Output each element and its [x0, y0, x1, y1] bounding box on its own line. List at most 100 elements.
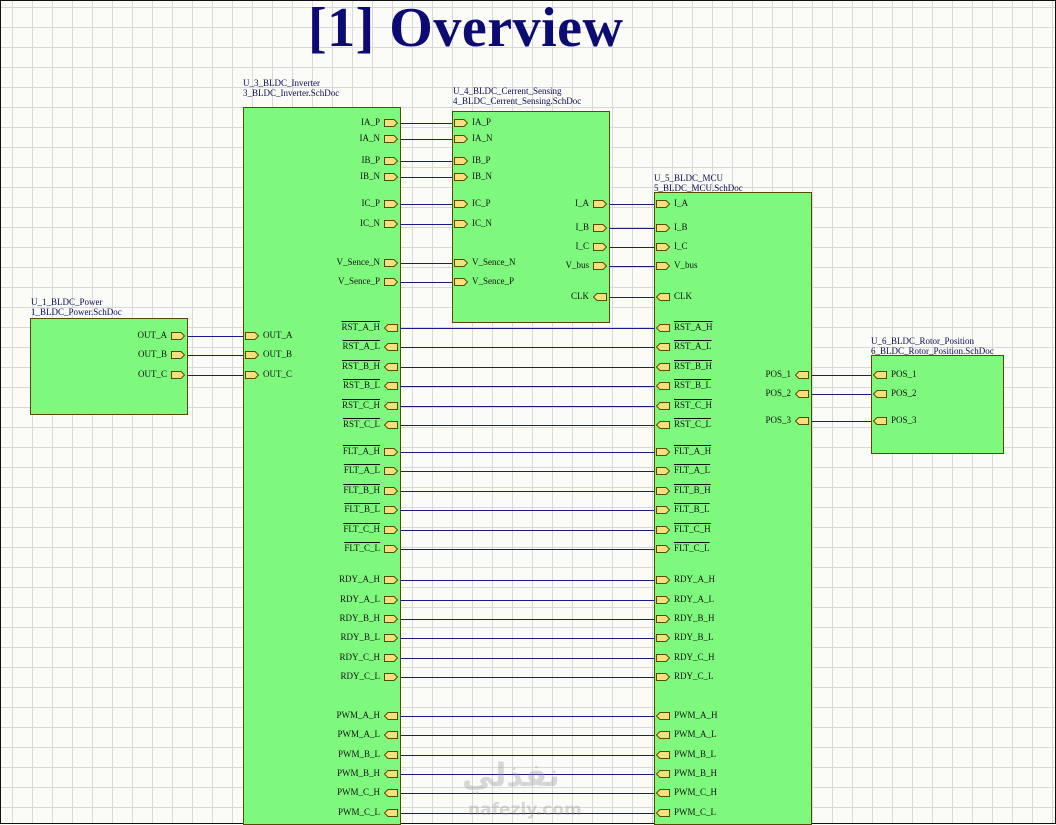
port-entry-mcu-i_a[interactable] [656, 200, 670, 208]
port-label-inverter-ic_n: IC_N [360, 218, 380, 228]
port-entry-inverter-flt_c_l[interactable] [384, 545, 398, 553]
port-entry-mcu-flt_c_l[interactable] [656, 545, 670, 553]
port-entry-inverter-out_b[interactable] [245, 351, 259, 359]
port-entry-power-out_c[interactable] [171, 371, 185, 379]
port-entry-inverter-rst_a_l[interactable] [384, 343, 398, 351]
port-entry-mcu-rdy_c_h[interactable] [656, 654, 670, 662]
port-entry-sensing-ia_p[interactable] [454, 119, 468, 127]
port-entry-inverter-rdy_a_h[interactable] [384, 576, 398, 584]
port-entry-sensing-i_c[interactable] [593, 243, 607, 251]
port-entry-inverter-rst_a_h[interactable] [384, 324, 398, 332]
port-entry-mcu-flt_a_h[interactable] [656, 448, 670, 456]
port-label-inverter-rdy_a_l: RDY_A_L [340, 594, 380, 604]
wire-inverter-mcu-10 [399, 510, 654, 511]
port-entry-mcu-flt_b_h[interactable] [656, 487, 670, 495]
port-entry-mcu-rdy_a_l[interactable] [656, 596, 670, 604]
port-entry-inverter-out_c[interactable] [245, 371, 259, 379]
port-entry-sensing-v_sence_p[interactable] [454, 278, 468, 286]
port-entry-inverter-pwm_a_h[interactable] [384, 712, 398, 720]
port-entry-mcu-clk[interactable] [656, 293, 670, 301]
port-label-sensing-i_a: I_A [575, 198, 589, 208]
port-entry-sensing-ib_n[interactable] [454, 173, 468, 181]
port-entry-mcu-pwm_a_l[interactable] [656, 731, 670, 739]
port-entry-inverter-ia_p[interactable] [384, 119, 398, 127]
port-entry-mcu-rst_a_l[interactable] [656, 343, 670, 351]
port-entry-sensing-i_a[interactable] [593, 200, 607, 208]
port-entry-power-out_a[interactable] [171, 332, 185, 340]
port-entry-mcu-pos_3[interactable] [795, 417, 809, 425]
port-entry-inverter-rdy_a_l[interactable] [384, 596, 398, 604]
port-entry-inverter-ic_p[interactable] [384, 200, 398, 208]
port-entry-inverter-pwm_b_l[interactable] [384, 751, 398, 759]
wire-mcu-rotor-2 [810, 394, 871, 395]
port-entry-inverter-v_sence_n[interactable] [384, 259, 398, 267]
port-entry-mcu-rdy_b_h[interactable] [656, 615, 670, 623]
port-entry-inverter-rdy_b_h[interactable] [384, 615, 398, 623]
port-entry-mcu-flt_a_l[interactable] [656, 467, 670, 475]
port-entry-inverter-pwm_c_h[interactable] [384, 789, 398, 797]
port-entry-inverter-pwm_a_l[interactable] [384, 731, 398, 739]
port-entry-sensing-clk[interactable] [593, 293, 607, 301]
port-entry-inverter-rst_b_h[interactable] [384, 363, 398, 371]
port-entry-sensing-ia_n[interactable] [454, 135, 468, 143]
port-entry-mcu-rst_b_h[interactable] [656, 363, 670, 371]
port-entry-sensing-v_sence_n[interactable] [454, 259, 468, 267]
port-entry-sensing-i_b[interactable] [593, 224, 607, 232]
port-entry-inverter-rdy_b_l[interactable] [384, 634, 398, 642]
port-entry-mcu-rst_a_h[interactable] [656, 324, 670, 332]
port-entry-mcu-v_bus[interactable] [656, 262, 670, 270]
port-entry-mcu-pos_2[interactable] [795, 390, 809, 398]
port-entry-mcu-rst_c_l[interactable] [656, 421, 670, 429]
port-entry-sensing-v_bus[interactable] [593, 262, 607, 270]
port-entry-mcu-pwm_b_l[interactable] [656, 751, 670, 759]
port-label-inverter-v_sence_p: V_Sence_P [338, 276, 380, 286]
port-entry-mcu-rdy_b_l[interactable] [656, 634, 670, 642]
port-label-inverter-flt_c_l: FLT_C_L [344, 543, 380, 553]
port-entry-inverter-flt_b_h[interactable] [384, 487, 398, 495]
port-entry-mcu-pwm_c_l[interactable] [656, 809, 670, 817]
port-entry-inverter-flt_a_h[interactable] [384, 448, 398, 456]
port-entry-inverter-rdy_c_h[interactable] [384, 654, 398, 662]
port-entry-mcu-rdy_c_l[interactable] [656, 673, 670, 681]
port-entry-sensing-ib_p[interactable] [454, 157, 468, 165]
port-entry-inverter-rdy_c_l[interactable] [384, 673, 398, 681]
port-entry-inverter-ia_n[interactable] [384, 135, 398, 143]
port-entry-mcu-rdy_a_h[interactable] [656, 576, 670, 584]
port-entry-inverter-rst_c_h[interactable] [384, 402, 398, 410]
port-entry-inverter-ib_n[interactable] [384, 173, 398, 181]
port-entry-rotor-pos_3[interactable] [873, 417, 887, 425]
port-entry-sensing-ic_p[interactable] [454, 200, 468, 208]
sheet-title: [1] Overview [308, 0, 624, 59]
port-entry-mcu-i_c[interactable] [656, 243, 670, 251]
port-entry-inverter-rst_c_l[interactable] [384, 421, 398, 429]
port-entry-inverter-ib_p[interactable] [384, 157, 398, 165]
port-entry-rotor-pos_2[interactable] [873, 390, 887, 398]
port-entry-rotor-pos_1[interactable] [873, 371, 887, 379]
port-entry-inverter-rst_b_l[interactable] [384, 382, 398, 390]
wire-inverter-mcu-3 [399, 367, 654, 368]
port-entry-inverter-flt_c_h[interactable] [384, 526, 398, 534]
port-entry-mcu-flt_c_h[interactable] [656, 526, 670, 534]
port-entry-inverter-ic_n[interactable] [384, 220, 398, 228]
port-entry-inverter-pwm_b_h[interactable] [384, 770, 398, 778]
port-entry-mcu-flt_b_l[interactable] [656, 506, 670, 514]
port-entry-inverter-pwm_c_l[interactable] [384, 809, 398, 817]
port-entry-inverter-out_a[interactable] [245, 332, 259, 340]
port-entry-mcu-pwm_b_h[interactable] [656, 770, 670, 778]
port-label-inverter-rst_a_l: RST_A_L [342, 341, 380, 351]
sheet-filename-mcu: 5_BLDC_MCU.SchDoc [654, 183, 743, 193]
wire-inverter-mcu-2 [399, 347, 654, 348]
port-entry-mcu-pwm_a_h[interactable] [656, 712, 670, 720]
port-entry-mcu-rst_b_l[interactable] [656, 382, 670, 390]
port-entry-inverter-v_sence_p[interactable] [384, 278, 398, 286]
port-label-inverter-rst_a_h: RST_A_H [341, 322, 380, 332]
wire-mcu-rotor-1 [810, 375, 871, 376]
port-entry-mcu-i_b[interactable] [656, 224, 670, 232]
port-entry-sensing-ic_n[interactable] [454, 220, 468, 228]
port-entry-mcu-pwm_c_h[interactable] [656, 789, 670, 797]
port-entry-mcu-pos_1[interactable] [795, 371, 809, 379]
port-entry-inverter-flt_b_l[interactable] [384, 506, 398, 514]
port-entry-mcu-rst_c_h[interactable] [656, 402, 670, 410]
port-entry-power-out_b[interactable] [171, 351, 185, 359]
port-entry-inverter-flt_a_l[interactable] [384, 467, 398, 475]
